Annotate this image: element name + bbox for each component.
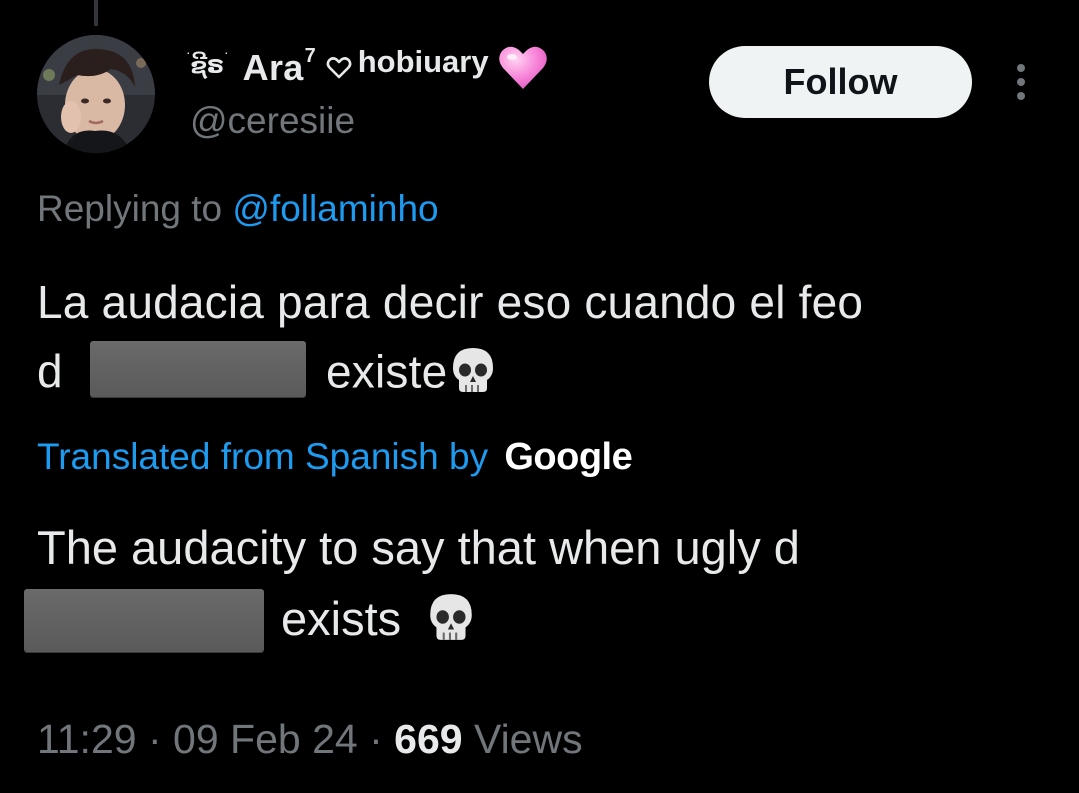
- heart-outline-icon: [326, 56, 352, 80]
- pink-heart-icon: [497, 44, 549, 92]
- meta-separator: ·: [369, 716, 383, 762]
- author-handle[interactable]: @ceresiie: [190, 100, 355, 142]
- name-decoration-dot: ·: [223, 44, 229, 60]
- tweet-text-line-2: d: [37, 344, 63, 398]
- tweet-text-line-2-start: d: [37, 345, 63, 397]
- google-logo: Google: [504, 436, 633, 478]
- translated-text-line-1: The audacity to say that when ugly d: [37, 521, 800, 574]
- tweet-text-line-2-end: existe: [326, 344, 499, 407]
- avatar[interactable]: [37, 35, 155, 153]
- more-options-icon[interactable]: [1004, 60, 1038, 104]
- translation-attribution[interactable]: Translated from Spanish by Google: [37, 436, 633, 479]
- replying-to-label: Replying to: [37, 188, 233, 229]
- translated-text-exists: exists: [281, 591, 402, 645]
- display-name-superscript: 7: [304, 44, 316, 67]
- replying-to: Replying to @follaminho: [37, 188, 439, 230]
- tweet-time[interactable]: 11:29: [37, 716, 137, 762]
- meta-separator: ·: [147, 716, 162, 762]
- follow-button[interactable]: Follow: [709, 46, 972, 118]
- tweet-meta: 11:29 · 09 Feb 24 · 669 Views: [37, 716, 583, 763]
- tweet-text-line-1: La audacia para decir eso cuando el feo: [37, 276, 864, 328]
- display-name-tail: hobiuary: [357, 44, 489, 79]
- redaction-box: [90, 341, 306, 397]
- redaction-box: [24, 589, 264, 652]
- tweet-date[interactable]: 09 Feb 24: [173, 716, 358, 762]
- name-decoration-text: ຊີຣ: [190, 53, 224, 78]
- reply-mention-link[interactable]: @follaminho: [232, 188, 438, 229]
- tweet-text-existe: existe: [326, 345, 448, 398]
- display-name: Ara: [242, 47, 304, 88]
- translation-label: Translated from Spanish by: [37, 436, 499, 477]
- skull-icon: [447, 344, 499, 407]
- skull-icon: [424, 590, 478, 655]
- author-name-row[interactable]: · ຊີຣ · Ara 7 hobiuary: [186, 40, 549, 96]
- translated-text-line-2: exists: [281, 590, 478, 655]
- views-label: Views: [473, 716, 583, 762]
- views-count[interactable]: 669: [394, 716, 462, 762]
- thread-connector-line: [94, 0, 98, 26]
